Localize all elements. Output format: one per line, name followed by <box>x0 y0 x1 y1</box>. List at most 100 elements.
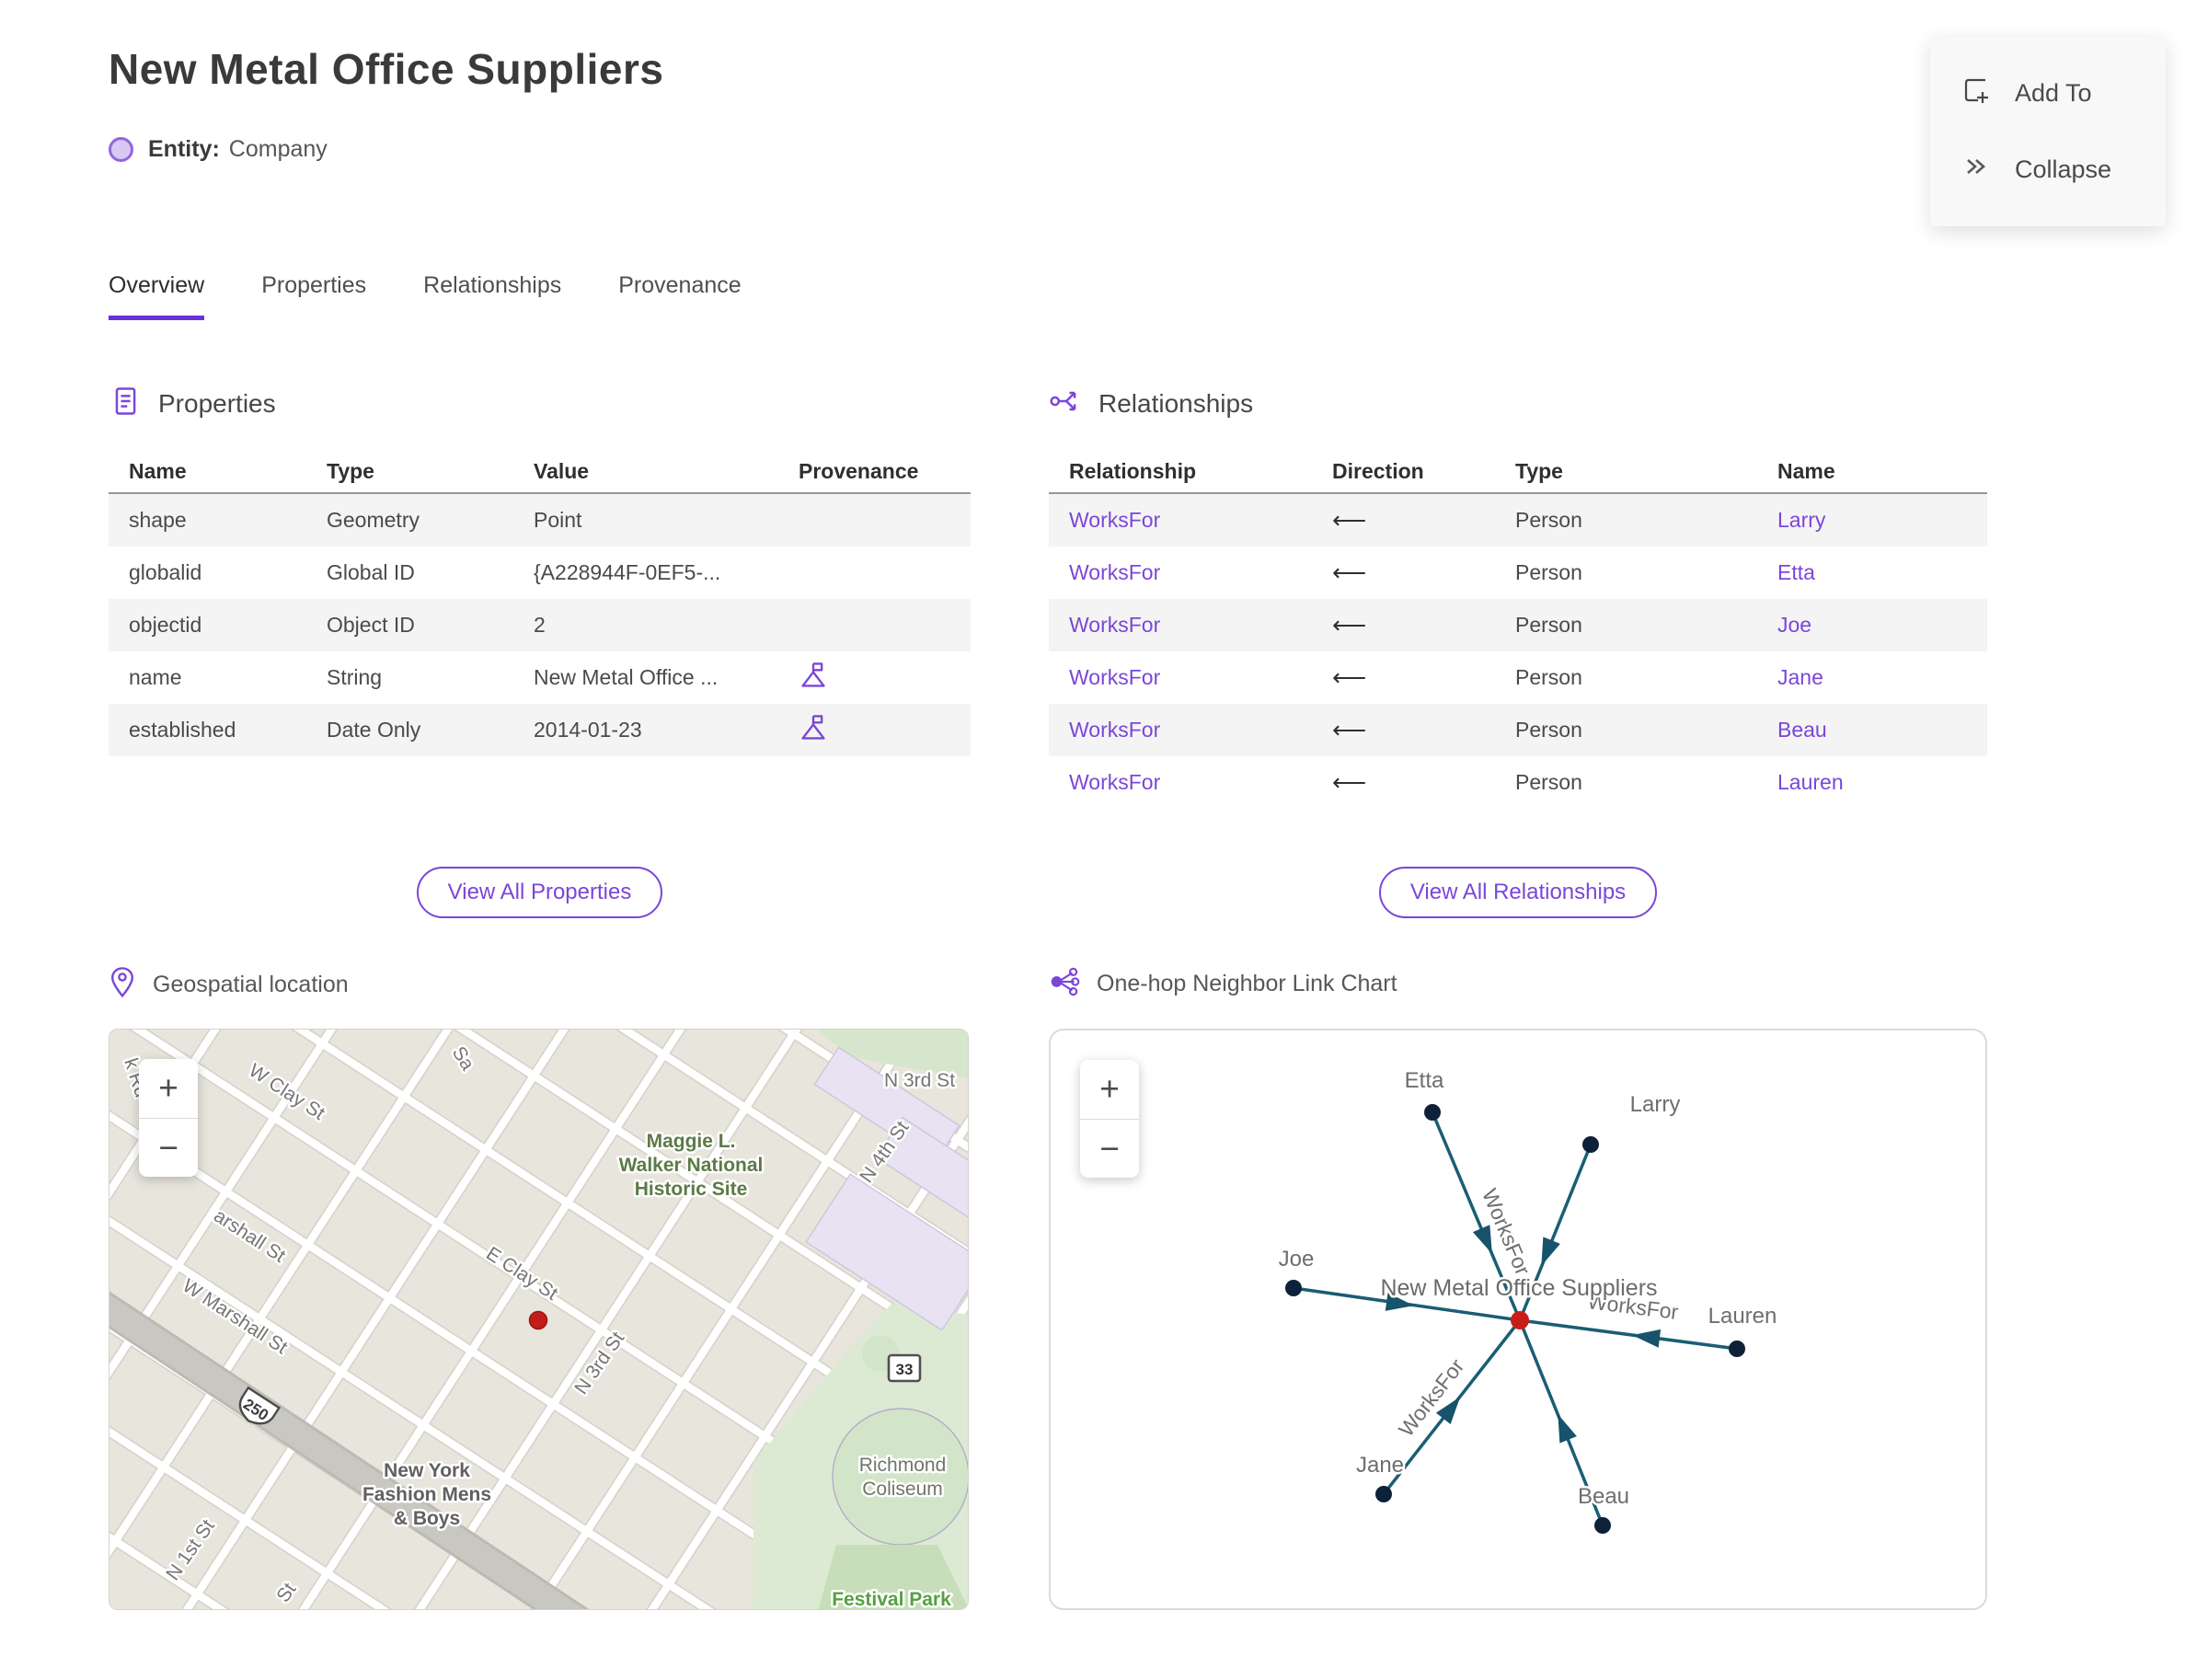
col-direction: Direction <box>1332 458 1424 483</box>
relationships-section: Relationships Relationship Direction Typ… <box>1049 385 1987 809</box>
relationship-link[interactable]: WorksFor <box>1069 613 1160 637</box>
related-entity-link[interactable]: Jane <box>1777 665 1823 689</box>
property-type: Global ID <box>327 560 415 584</box>
properties-document-icon <box>109 385 142 422</box>
relationship-link[interactable]: WorksFor <box>1069 560 1160 584</box>
chart-zoom-in-button[interactable]: + <box>1080 1060 1139 1119</box>
node-jane[interactable] <box>1375 1486 1392 1502</box>
entity-overview-page: New Metal Office Suppliers Entity: Compa… <box>0 0 2208 1680</box>
entity-type-icon <box>109 137 133 162</box>
table-row: WorksFor ⟵ Person Etta <box>1049 547 1987 599</box>
tab-relationships[interactable]: Relationships <box>423 272 561 320</box>
col-type: Type <box>327 458 374 483</box>
related-type: Person <box>1515 770 1582 794</box>
table-row: WorksFor ⟵ Person Beau <box>1049 704 1987 756</box>
property-type: String <box>327 665 383 689</box>
tab-properties[interactable]: Properties <box>261 272 366 320</box>
table-row: globalid Global ID {A228944F-0EF5-... <box>109 547 971 599</box>
col-provenance: Provenance <box>799 458 919 483</box>
table-row: objectid Object ID 2 <box>109 599 971 651</box>
relationship-link[interactable]: WorksFor <box>1069 508 1160 532</box>
add-to-icon <box>1961 75 1991 111</box>
page-title: New Metal Office Suppliers <box>109 45 664 93</box>
tab-bar: Overview Properties Relationships Proven… <box>109 272 742 320</box>
one-hop-link-chart[interactable]: + − WorksFor WorksFor WorksFor Etta Larr… <box>1049 1029 1987 1610</box>
node-larry[interactable] <box>1582 1136 1599 1153</box>
chart-zoom-out-button[interactable]: − <box>1080 1119 1139 1178</box>
entity-location-marker[interactable] <box>528 1310 548 1330</box>
geospatial-section-header: Geospatial location <box>109 966 349 1004</box>
relationship-link[interactable]: WorksFor <box>1069 718 1160 742</box>
entity-type-row: Entity: Company <box>109 136 328 163</box>
relationships-table: Relationship Direction Type Name WorksFo… <box>1049 450 1987 809</box>
map-canvas[interactable]: W Clay St Sa k Rd arshall St W Marshall … <box>109 1030 969 1610</box>
tab-overview[interactable]: Overview <box>109 272 205 320</box>
direction-left-arrow: ⟵ <box>1332 716 1367 743</box>
relationship-link[interactable]: WorksFor <box>1069 665 1160 689</box>
node-etta[interactable] <box>1424 1104 1441 1121</box>
entity-type-value: Company <box>228 136 328 162</box>
actions-card: Add To Collapse <box>1930 37 2166 226</box>
col-relationship: Relationship <box>1069 458 1197 483</box>
node-beau[interactable] <box>1594 1517 1611 1534</box>
related-type: Person <box>1515 665 1582 689</box>
property-type: Object ID <box>327 613 415 637</box>
col-name: Name <box>1777 458 1835 483</box>
property-name: established <box>129 718 236 742</box>
node-label-beau: Beau <box>1578 1484 1629 1509</box>
col-type: Type <box>1515 458 1563 483</box>
related-type: Person <box>1515 508 1582 532</box>
svg-text:Richmond: Richmond <box>859 1455 947 1476</box>
related-entity-link[interactable]: Joe <box>1777 613 1811 637</box>
related-entity-link[interactable]: Beau <box>1777 718 1827 742</box>
map-pin-icon <box>109 966 136 1004</box>
relationships-branch-icon <box>1049 385 1082 422</box>
node-label-etta: Etta <box>1405 1068 1444 1093</box>
link-chart-section-header: One-hop Neighbor Link Chart <box>1049 966 1397 1002</box>
collapse-label: Collapse <box>2015 155 2112 183</box>
add-to-button[interactable]: Add To <box>1930 55 2166 132</box>
direction-left-arrow: ⟵ <box>1332 768 1367 796</box>
relationships-title: Relationships <box>1098 388 1254 418</box>
direction-left-arrow: ⟵ <box>1332 558 1367 586</box>
relationship-link[interactable]: WorksFor <box>1069 770 1160 794</box>
map-zoom-in-button[interactable]: + <box>139 1059 198 1118</box>
node-lauren[interactable] <box>1729 1341 1745 1357</box>
property-name: name <box>129 665 182 689</box>
node-label-larry: Larry <box>1630 1092 1681 1117</box>
chart-edge-labels: WorksFor WorksFor WorksFor <box>1391 1183 1682 1444</box>
geospatial-map[interactable]: + − W Clay St Sa k Rd arshall St W Marsh… <box>109 1029 969 1610</box>
entity-label: Entity: <box>148 136 220 162</box>
related-entity-link[interactable]: Lauren <box>1777 770 1844 794</box>
link-chart-icon <box>1049 966 1080 1002</box>
view-all-properties-button[interactable]: View All Properties <box>416 867 663 918</box>
provenance-flag-icon[interactable] <box>778 713 971 748</box>
properties-section: Properties Name Type Value Provenance sh… <box>109 385 971 756</box>
tab-provenance[interactable]: Provenance <box>618 272 741 320</box>
node-center-entity[interactable] <box>1511 1311 1529 1329</box>
geospatial-title: Geospatial location <box>153 972 349 997</box>
direction-left-arrow: ⟵ <box>1332 611 1367 639</box>
related-entity-link[interactable]: Larry <box>1777 508 1825 532</box>
table-row: WorksFor ⟵ Person Larry <box>1049 494 1987 547</box>
related-entity-link[interactable]: Etta <box>1777 560 1815 584</box>
svg-text:Fashion Mens: Fashion Mens <box>362 1484 491 1505</box>
direction-left-arrow: ⟵ <box>1332 506 1367 534</box>
map-zoom-out-button[interactable]: − <box>139 1118 198 1177</box>
direction-left-arrow: ⟵ <box>1332 663 1367 691</box>
collapse-button[interactable]: Collapse <box>1930 132 2166 208</box>
link-chart-canvas[interactable]: WorksFor WorksFor WorksFor Etta Larry Jo… <box>1051 1030 1985 1608</box>
node-label-center-entity: New Metal Office Suppliers <box>1380 1275 1657 1301</box>
property-value: 2 <box>534 613 546 637</box>
node-joe[interactable] <box>1285 1280 1302 1296</box>
table-row: WorksFor ⟵ Person Lauren <box>1049 756 1987 809</box>
chart-zoom-control: + − <box>1080 1060 1139 1178</box>
table-row: shape Geometry Point <box>109 494 971 547</box>
provenance-flag-icon[interactable] <box>778 661 971 696</box>
map-zoom-control: + − <box>139 1059 198 1177</box>
properties-title: Properties <box>158 388 276 418</box>
svg-text:Historic Site: Historic Site <box>635 1179 748 1200</box>
node-label-jane: Jane <box>1356 1453 1404 1478</box>
view-all-relationships-button[interactable]: View All Relationships <box>1378 867 1658 918</box>
col-name: Name <box>129 458 187 483</box>
